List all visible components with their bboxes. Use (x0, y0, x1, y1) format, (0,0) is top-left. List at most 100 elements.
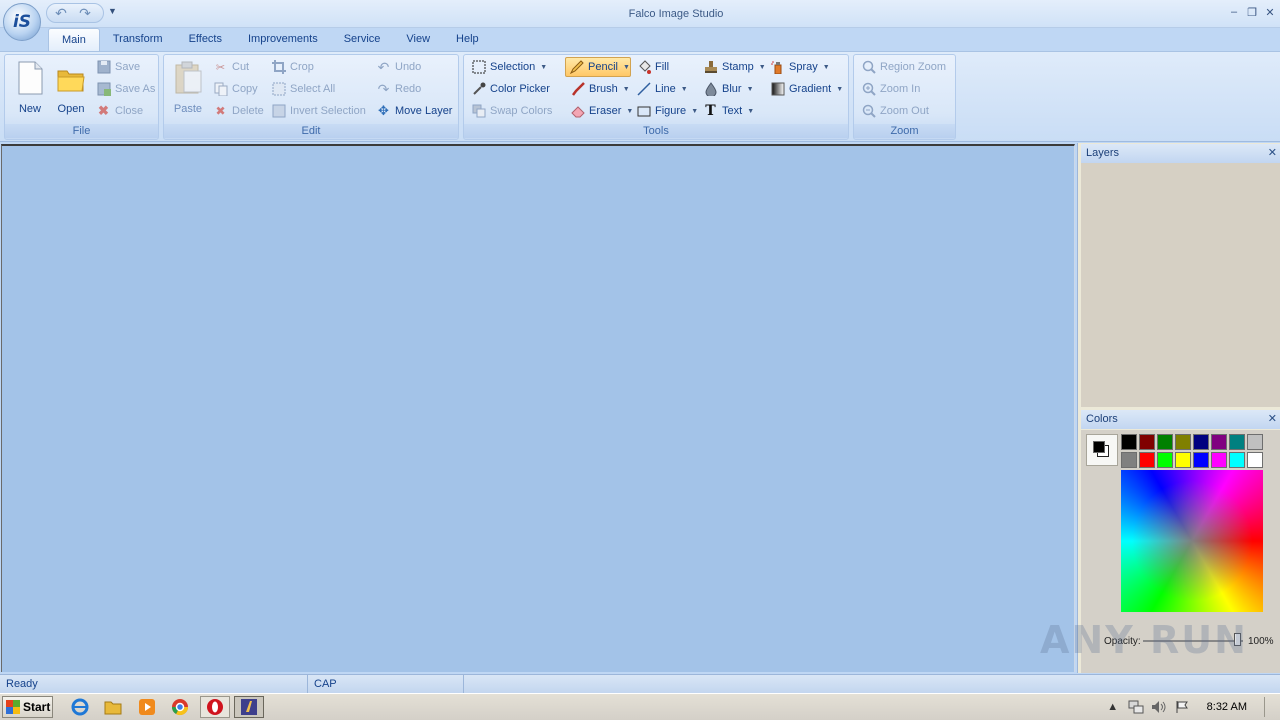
zoom-in-button[interactable]: Zoom In (858, 79, 923, 99)
crop-button[interactable]: Crop (268, 57, 317, 77)
file-explorer-icon[interactable] (102, 697, 124, 717)
palette-swatch[interactable] (1139, 452, 1155, 468)
taskbar: Start ▲ 8:32 AM (0, 693, 1280, 720)
start-label: Start (23, 700, 51, 714)
text-tool-button[interactable]: T Text ▼ (700, 101, 757, 121)
select-all-button[interactable]: Select All (268, 79, 338, 99)
action-center-flag-icon[interactable] (1174, 699, 1190, 715)
stamp-tool-button[interactable]: Stamp ▼ (700, 57, 769, 77)
tab-effects[interactable]: Effects (176, 28, 235, 51)
redo-label: Redo (395, 83, 422, 95)
color-picker-button[interactable]: Color Picker (468, 79, 553, 99)
invert-selection-button[interactable]: Invert Selection (268, 101, 369, 121)
eyedropper-icon (471, 82, 486, 97)
canvas-workspace[interactable] (1, 144, 1075, 672)
close-button[interactable]: ✕ (1262, 6, 1278, 19)
selection-tool-button[interactable]: Selection ▼ (468, 57, 550, 77)
tab-improvements[interactable]: Improvements (235, 28, 331, 51)
palette-swatch[interactable] (1139, 434, 1155, 450)
start-button[interactable]: Start (2, 696, 53, 718)
primary-color-swatch[interactable] (1093, 441, 1105, 453)
opera-taskbar-button[interactable] (200, 696, 230, 718)
redo-button[interactable]: ↷ Redo (373, 79, 424, 99)
network-icon[interactable] (1128, 699, 1144, 715)
show-desktop-icon[interactable] (1264, 697, 1272, 717)
close-file-button[interactable]: ✖ Close (93, 101, 146, 121)
tab-main[interactable]: Main (48, 28, 100, 51)
move-layer-button[interactable]: ✥ Move Layer (373, 101, 455, 121)
gradient-label: Gradient (789, 83, 832, 95)
edit-group-label: Edit (164, 124, 458, 138)
palette-swatch[interactable] (1175, 452, 1191, 468)
pencil-dropdown-icon: ▼ (622, 63, 630, 71)
layers-list[interactable] (1081, 163, 1280, 407)
palette-swatch[interactable] (1211, 452, 1227, 468)
palette-swatch[interactable] (1193, 452, 1209, 468)
layers-close-icon[interactable]: ✕ (1268, 144, 1277, 163)
falco-image-studio-taskbar-button[interactable] (234, 696, 264, 718)
opera-icon (207, 699, 223, 715)
open-button[interactable]: Open (52, 59, 90, 119)
minimize-button[interactable]: ‒ (1226, 6, 1242, 18)
figure-tool-button[interactable]: Figure ▼ (633, 101, 701, 121)
restore-button[interactable]: ❐ (1244, 6, 1260, 19)
media-player-icon[interactable] (136, 697, 158, 717)
tab-transform[interactable]: Transform (100, 28, 176, 51)
palette-swatch[interactable] (1193, 434, 1209, 450)
new-button[interactable]: New (11, 59, 49, 119)
tab-view[interactable]: View (393, 28, 443, 51)
clipboard-icon (175, 61, 202, 94)
selection-dropdown-icon: ▼ (540, 63, 548, 71)
fill-tool-button[interactable]: Fill (633, 57, 672, 77)
crop-label: Crop (290, 61, 314, 73)
volume-icon[interactable] (1151, 699, 1167, 715)
palette-swatch[interactable] (1121, 452, 1137, 468)
undo-button[interactable]: ↶ Undo (373, 57, 424, 77)
spray-label: Spray (789, 61, 818, 73)
eraser-tool-button[interactable]: Eraser ▼ (567, 101, 636, 121)
chrome-icon[interactable] (169, 697, 191, 717)
taskbar-clock[interactable]: 8:32 AM (1207, 701, 1247, 713)
color-spectrum-picker[interactable] (1121, 470, 1263, 612)
brush-label: Brush (589, 83, 618, 95)
app-menu-button[interactable]: iS (3, 3, 41, 41)
primary-secondary-color-preview[interactable] (1086, 434, 1118, 466)
copy-label: Copy (232, 83, 258, 95)
palette-swatch[interactable] (1211, 434, 1227, 450)
palette-swatch[interactable] (1157, 434, 1173, 450)
paste-label: Paste (173, 103, 203, 115)
tab-service[interactable]: Service (331, 28, 394, 51)
paste-button[interactable]: Paste (169, 59, 207, 119)
cut-button[interactable]: ✂ Cut (210, 57, 252, 77)
region-zoom-button[interactable]: Region Zoom (858, 57, 949, 77)
text-t-icon: T (705, 103, 716, 119)
save-label: Save (115, 61, 141, 73)
palette-swatch[interactable] (1175, 434, 1191, 450)
swap-colors-button[interactable]: Swap Colors (468, 101, 555, 121)
blur-tool-button[interactable]: Blur ▼ (700, 79, 757, 99)
zoom-out-button[interactable]: Zoom Out (858, 101, 932, 121)
rectangle-icon (636, 104, 651, 119)
show-hidden-icons-icon[interactable]: ▲ (1105, 699, 1121, 715)
palette-swatch[interactable] (1247, 434, 1263, 450)
palette-swatch[interactable] (1157, 452, 1173, 468)
gradient-tool-button[interactable]: Gradient ▼ (767, 79, 846, 99)
spray-tool-button[interactable]: Spray ▼ (767, 57, 833, 77)
tab-help[interactable]: Help (443, 28, 492, 51)
pencil-tool-button[interactable]: Pencil ▼ (565, 57, 631, 77)
internet-explorer-icon[interactable] (69, 697, 91, 717)
edit-group: Paste ✂ Cut Copy ✖ Delete Crop Select Al… (163, 54, 459, 140)
copy-button[interactable]: Copy (210, 79, 261, 99)
line-tool-button[interactable]: Line ▼ (633, 79, 691, 99)
region-zoom-label: Region Zoom (880, 61, 947, 73)
move-layer-label: Move Layer (395, 105, 453, 117)
palette-swatch[interactable] (1229, 434, 1245, 450)
save-as-button[interactable]: Save As (93, 79, 158, 99)
palette-swatch[interactable] (1229, 452, 1245, 468)
delete-button[interactable]: ✖ Delete (210, 101, 267, 121)
colors-close-icon[interactable]: ✕ (1268, 410, 1277, 429)
palette-swatch[interactable] (1247, 452, 1263, 468)
palette-swatch[interactable] (1121, 434, 1137, 450)
save-button[interactable]: Save (93, 57, 143, 77)
brush-tool-button[interactable]: Brush ▼ (567, 79, 633, 99)
